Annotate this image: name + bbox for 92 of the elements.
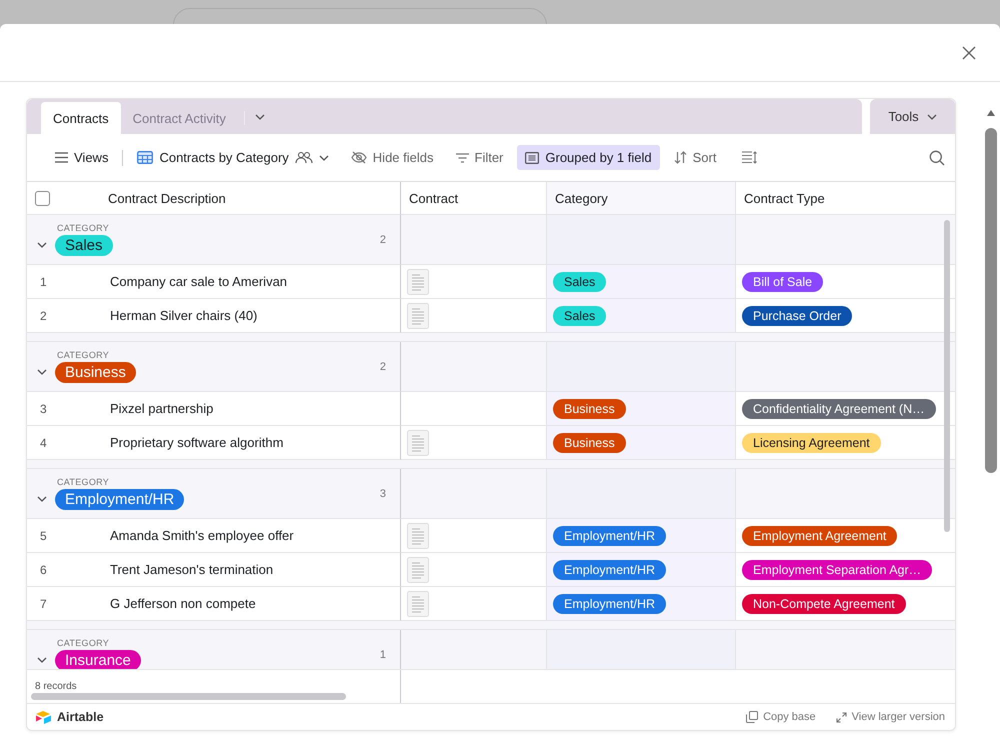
document-thumbnail[interactable] [407,302,429,328]
attachment-cell[interactable] [401,265,547,299]
scrollbar[interactable] [944,220,950,532]
category-tag: Business [553,432,626,452]
close-icon[interactable] [962,46,976,60]
scrollbar[interactable] [31,693,346,700]
attachment-cell[interactable] [401,299,547,333]
category-tag: Sales [553,272,606,292]
category-tag: Employment/HR [553,560,666,580]
table-cell: Company car sale to Amerivan [110,274,288,289]
table-cell: Trent Jameson's termination [110,562,274,577]
row-number: 4 [40,436,48,450]
copy-icon [746,711,758,723]
contract-type-tag: Confidentiality Agreement (N… [742,398,936,418]
attachment-cell[interactable] [401,392,547,426]
chevron-icon[interactable] [37,368,47,374]
group-label: CATEGORY [57,477,110,487]
chevron-icon[interactable] [37,496,47,502]
table-cell: G Jefferson non compete [110,596,256,611]
group-label: CATEGORY [57,223,110,233]
category-tag: Employment/HR [553,526,666,546]
contract-type-tag: Employment Separation Agr… [742,560,932,580]
row-number: 5 [40,528,48,542]
chevron-icon[interactable] [37,656,47,662]
views-button[interactable]: Views [47,145,116,170]
chevron-icon [254,114,265,120]
tab[interactable]: Contracts [41,102,121,134]
scroll-up-icon[interactable] [985,108,997,118]
column-header[interactable]: Category [547,182,736,215]
menu-icon [55,152,68,163]
attachment-cell[interactable] [401,426,547,460]
record-count: 1 [380,648,386,660]
table-cell: Proprietary software algorithm [110,435,284,450]
category-tag: Business [553,398,626,418]
brand-logo[interactable]: Airtable [35,710,104,724]
row-number: 7 [40,596,48,610]
copy-base-link[interactable]: Copy base [746,711,816,723]
row-number: 2 [40,308,48,322]
tools-button[interactable]: Tools [870,99,955,134]
search-icon[interactable] [929,150,945,166]
sort-icon [674,151,687,164]
chevron-icon[interactable] [37,242,47,248]
sort-button[interactable]: Sort [666,145,724,170]
record-count: 2 [380,360,386,372]
chevron-icon [318,154,329,160]
document-thumbnail[interactable] [407,430,429,456]
contract-type-tag: Non-Compete Agreement [742,594,906,614]
category-tag: Employment/HR [553,594,666,614]
attachment-cell[interactable] [401,587,547,621]
group-button[interactable]: Grouped by 1 field [517,145,660,170]
filter-button[interactable]: Filter [448,145,512,170]
category-tag: Insurance [55,650,141,669]
row-height-icon[interactable] [742,151,758,164]
list-icon [525,152,540,164]
table-cell: Amanda Smith's employee offer [110,528,294,543]
contract-type-tag: Bill of Sale [742,272,824,292]
eye-slash-icon [350,151,367,164]
attachment-cell[interactable] [401,519,547,553]
category-tag: Business [55,362,136,383]
category-tag: Sales [553,306,606,326]
logo-icon [35,710,53,724]
record-count: 2 [380,234,386,246]
view-larger-link[interactable]: View larger version [836,711,945,723]
people-icon [294,151,313,164]
contract-type-tag: Licensing Agreement [742,432,881,452]
row-number: 1 [40,274,48,288]
contract-type-tag: Employment Agreement [742,526,898,546]
grid-icon [137,151,154,164]
document-thumbnail[interactable] [407,522,429,548]
category-tag: Employment/HR [55,489,184,510]
document-thumbnail[interactable] [407,268,429,294]
row-number: 3 [40,402,48,416]
document-thumbnail[interactable] [407,590,429,616]
column-header[interactable]: Contract Description [108,190,226,206]
filter-icon [456,152,468,162]
select-all-checkbox[interactable] [35,190,50,206]
record-count: 3 [380,488,386,500]
hide-fields-button[interactable]: Hide fields [342,145,442,170]
row-number: 6 [40,562,48,576]
contract-type-tag: Purchase Order [742,306,852,326]
table-cell: Pixzel partnership [110,401,214,416]
table-cell: Herman Silver chairs (40) [110,308,258,323]
group-label: CATEGORY [57,638,110,648]
document-thumbnail[interactable] [407,556,429,582]
group-label: CATEGORY [57,350,110,360]
chevron-icon [926,114,937,120]
view-selector[interactable]: Contracts by Category [129,145,337,170]
record-total: 8 records [35,681,77,692]
attachment-cell[interactable] [401,553,547,587]
category-tag: Sales [55,235,113,256]
expand-icon [836,712,847,722]
scrollbar-thumb[interactable] [985,128,997,473]
